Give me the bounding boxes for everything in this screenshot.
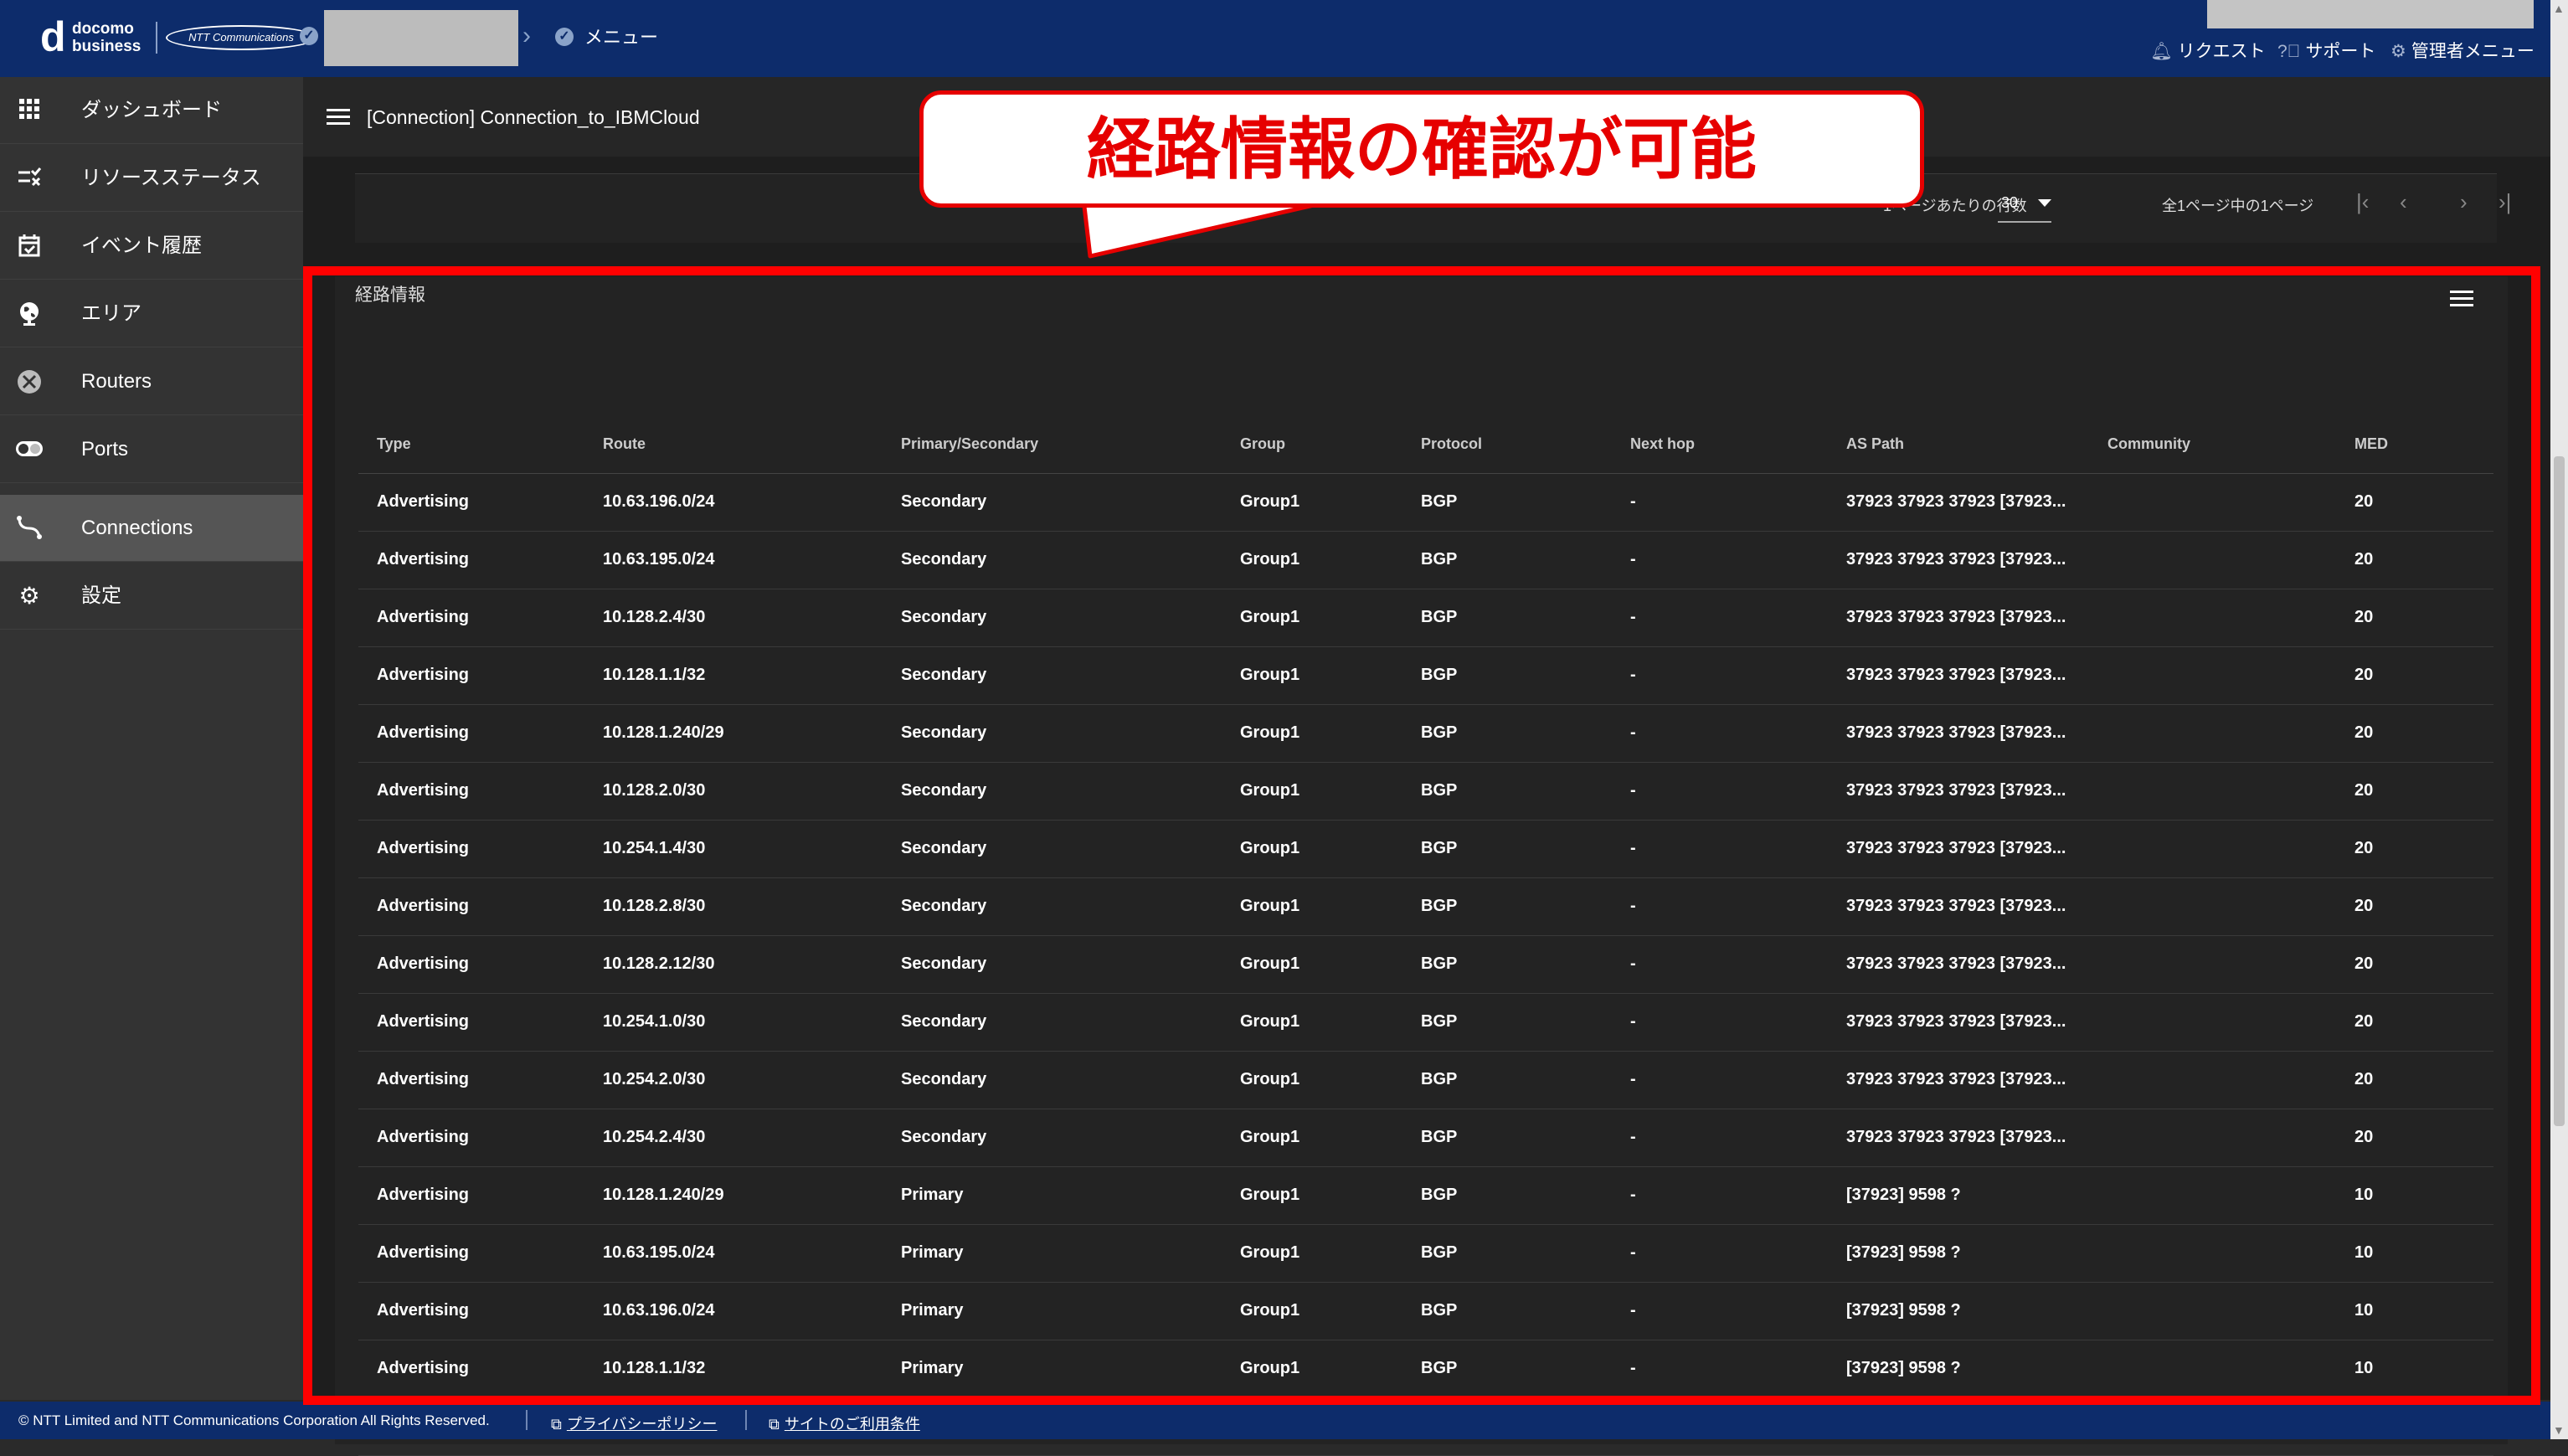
copyright: © NTT Limited and NTT Communications Cor…: [18, 1412, 490, 1428]
brand-mark: d: [40, 13, 66, 60]
request-link[interactable]: 🔔︎ リクエスト: [2150, 40, 2266, 64]
rows-per-page-select[interactable]: 30: [2001, 194, 2018, 212]
footer: © NTT Limited and NTT Communications Cor…: [0, 1402, 2550, 1439]
scroll-down-icon[interactable]: ▼: [2553, 1423, 2565, 1437]
last-page-icon[interactable]: ›|: [2499, 189, 2511, 214]
sidebar-item-routers[interactable]: Routers: [0, 348, 303, 415]
grid-icon: [15, 97, 44, 124]
support-link[interactable]: ?⃝ サポート: [2277, 40, 2375, 64]
breadcrumb-tenant-redacted[interactable]: [324, 10, 518, 66]
sidebar-item-label: イベント履歴: [81, 234, 202, 257]
highlight-frame: [303, 266, 2540, 1405]
page-title: [Connection] Connection_to_IBMCloud: [367, 106, 700, 128]
breadcrumb-check-icon: ✓: [300, 27, 318, 45]
breadcrumb-menu[interactable]: メニュー: [584, 25, 658, 50]
sidebar-nav: ダッシュボード リソースステータス イベント履歴 エリア Routers Por…: [0, 77, 303, 1400]
dropdown-caret-icon[interactable]: [2038, 199, 2051, 207]
callout-text: 経路情報の確認が可能: [1087, 112, 1757, 187]
sidebar-item-label: Routers: [81, 370, 152, 393]
sidebar-item-label: エリア: [81, 302, 142, 325]
sidebar-item-settings[interactable]: ⚙ 設定: [0, 563, 303, 630]
sidebar-item-label: ダッシュボード: [81, 99, 222, 121]
prev-page-icon[interactable]: ‹: [2400, 189, 2407, 214]
ports-icon: [15, 436, 44, 463]
select-underline: [1998, 221, 2051, 223]
router-icon: [15, 368, 44, 395]
callout-tail: [1081, 198, 1342, 259]
bell-icon: 🔔︎: [2150, 42, 2173, 61]
page-scrollbar-thumb[interactable]: [2554, 456, 2565, 1126]
external-link-icon: ⧉: [551, 1416, 562, 1433]
ntt-communications-logo: NTT Communications: [166, 25, 316, 50]
calendar-icon: [15, 233, 44, 260]
breadcrumb-chevron-icon: ›: [522, 22, 531, 49]
docomo-business-logo[interactable]: d docomo business NTT Communications: [40, 13, 316, 60]
sidebar-item-label: 設定: [81, 584, 121, 607]
gear-icon: ⚙: [18, 583, 40, 609]
account-info-redacted[interactable]: [2207, 0, 2534, 28]
next-page-icon[interactable]: ›: [2460, 189, 2468, 214]
privacy-policy-link[interactable]: ⧉ プライバシーポリシー: [551, 1412, 718, 1434]
gear-icon: ⚙: [2390, 42, 2406, 61]
first-page-icon[interactable]: |‹: [2356, 189, 2369, 214]
page-info: 全1ページ中の1ページ: [2162, 198, 2314, 214]
sidebar-item-connections[interactable]: Connections: [0, 495, 303, 562]
help-icon: ?⃝: [2277, 42, 2301, 61]
breadcrumb-check-icon: ✓: [555, 28, 574, 46]
footer-divider: [745, 1410, 747, 1430]
sidebar-item-label: リソースステータス: [81, 167, 261, 189]
sidebar-item-event-history[interactable]: イベント履歴: [0, 213, 303, 280]
sidebar-item-dashboard[interactable]: ダッシュボード: [0, 77, 303, 144]
top-header: d docomo business NTT Communications ✓ › …: [0, 0, 2550, 77]
connection-icon: [15, 515, 44, 542]
footer-divider: [526, 1410, 527, 1430]
terms-link[interactable]: ⧉ サイトのご利用条件: [769, 1412, 920, 1434]
sidebar-item-label: Connections: [81, 517, 193, 539]
sidebar-item-resource-status[interactable]: リソースステータス: [0, 145, 303, 212]
scroll-up-icon[interactable]: ▲: [2553, 2, 2565, 15]
brand-text: docomo business: [72, 20, 142, 55]
sidebar-item-label: Ports: [81, 438, 129, 460]
menu-toggle-icon[interactable]: [327, 109, 350, 126]
globe-icon: [15, 301, 44, 327]
sidebar-item-ports[interactable]: Ports: [0, 416, 303, 483]
sidebar-item-area[interactable]: エリア: [0, 280, 303, 347]
admin-menu-link[interactable]: ⚙ 管理者メニュー: [2390, 40, 2535, 64]
checklist-icon: [15, 165, 44, 192]
external-link-icon: ⧉: [769, 1416, 780, 1433]
annotation-callout: 経路情報の確認が可能: [919, 90, 1924, 208]
logo-divider: [156, 22, 157, 54]
